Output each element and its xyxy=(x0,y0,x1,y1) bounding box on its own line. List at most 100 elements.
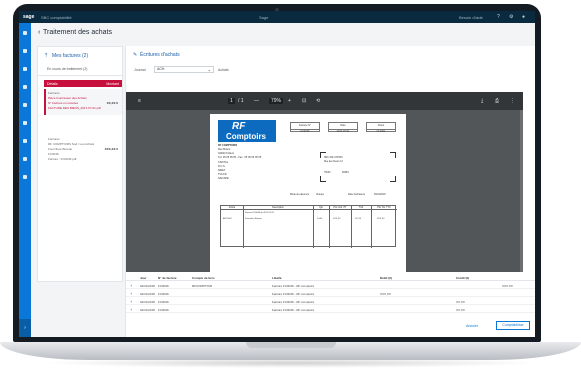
home-icon[interactable] xyxy=(23,31,27,35)
cell-jour: 02/11/2018 xyxy=(140,292,155,296)
app-screen: sage SBC comptabilité Sage Besoin d'aide… xyxy=(19,11,535,337)
col-unit-price: Prix Unit. HT xyxy=(329,206,351,210)
nav-icon-5[interactable] xyxy=(23,121,27,125)
journal-select[interactable]: ACH ⌄ xyxy=(154,66,214,73)
invoice-number-box: Facture N° FC0046 xyxy=(290,122,320,133)
nav-icon-1[interactable] xyxy=(23,49,27,53)
cell-credit: XXX,XX xyxy=(502,284,513,288)
pdf-viewer[interactable]: RF Comptoirs RF COMPTOIRS Rue Bosco 3400… xyxy=(126,110,523,272)
box-label: Client xyxy=(377,124,385,127)
invoice-date-box: Date 2017-07-01 xyxy=(328,122,358,133)
table-divider xyxy=(351,206,352,248)
nav-icon-4[interactable] xyxy=(23,103,27,107)
invoices-subheading: En cours de traitement (2) xyxy=(47,67,88,71)
cell-invoice-number: FC0046 xyxy=(158,284,169,288)
chevron-down-icon: ⌄ xyxy=(207,67,211,72)
table-row[interactable]: + 02/11/2018 FC0046 Facture FC0046 - RF … xyxy=(126,298,535,305)
col-invoice-number: N° de facture xyxy=(158,276,177,280)
expand-row-icon[interactable]: + xyxy=(130,291,132,296)
nav-icon-2[interactable] xyxy=(23,67,27,71)
cell-debit: XX,XX xyxy=(456,308,465,312)
supplier-phone: Tél. 05 05 05 05 - Fax : 05 05 05 05 05 xyxy=(218,156,262,159)
row-description: Fourniture Bureau xyxy=(245,218,262,220)
question-icon[interactable]: ? xyxy=(497,14,500,20)
back-arrow-icon[interactable]: ‹ xyxy=(38,29,40,36)
cell-libelle: Facture FC0046 - RF comptoirs xyxy=(272,308,315,312)
user-icon[interactable]: ● xyxy=(522,14,525,20)
item-line: Facture : FC0046.pdf xyxy=(48,157,77,161)
invoice-item[interactable]: Factures Pièce fournisseur des Achats N°… xyxy=(44,89,122,115)
invoice-client-box: Client CL0001 xyxy=(366,122,396,133)
logo-comptoirs: Comptoirs xyxy=(226,132,266,141)
bill-to-line: PARIS xyxy=(342,172,349,174)
expand-row-icon[interactable]: + xyxy=(130,299,132,304)
nav-icon-6[interactable] xyxy=(23,139,27,143)
table-divider xyxy=(371,206,372,248)
pdf-toolbar: ≡ 1 / 1 — 79% + ⊡ ⟲ ⤓ ⎙ ⋮ xyxy=(126,92,523,110)
menu-icon[interactable]: ≡ xyxy=(138,98,141,104)
due-date-value: 30/01/2018 xyxy=(374,194,386,196)
expand-row-icon[interactable]: + xyxy=(130,307,132,312)
item-line: FACTURE DES BIENS_2017-07-01.pdf xyxy=(48,106,101,110)
expand-row-icon[interactable]: + xyxy=(130,283,132,288)
rotate-icon[interactable]: ⟲ xyxy=(316,98,320,104)
nav-icon-7[interactable] xyxy=(23,157,27,161)
gear-icon[interactable]: ⚙ xyxy=(509,14,513,20)
zoom-in-button[interactable]: + xyxy=(288,98,291,104)
cell-invoice-number: FC0046 xyxy=(158,308,169,312)
cancel-button[interactable]: Annuler xyxy=(466,324,478,328)
supplier-tva: TVA FR xyxy=(218,173,227,176)
cell-jour: 02/11/2018 xyxy=(140,284,155,288)
fit-page-icon[interactable]: ⊡ xyxy=(302,98,306,104)
col-credit: Crédit (€) xyxy=(456,276,470,280)
table-divider xyxy=(243,206,244,248)
zoom-input[interactable]: 79% xyxy=(269,98,284,104)
cell-jour: 02/11/2018 xyxy=(140,308,155,312)
bill-to-line: SBC SOLUTIONS xyxy=(324,157,343,159)
more-icon[interactable]: ⋮ xyxy=(510,98,515,104)
invoices-heading[interactable]: Mes factures (2) xyxy=(52,53,88,59)
rf-comptoirs-logo: RF Comptoirs xyxy=(218,120,276,142)
supplier-capital: CAPITAL xyxy=(218,161,229,164)
invoice-lines-table: Article Description Qté Prix Unit. HT TV… xyxy=(220,205,397,248)
col-description: Description xyxy=(243,206,313,210)
supplier-siret: SIRET xyxy=(218,169,226,172)
cell-invoice-number: FC0046 xyxy=(158,292,169,296)
app-title: Sage xyxy=(259,15,269,20)
item-line: Fourniture Bureau xyxy=(48,147,73,151)
invoice-item[interactable]: Factures RF COMPTOIRS Sud / Les Achats F… xyxy=(44,135,122,165)
item-line: Factures xyxy=(48,137,60,141)
expand-nav-icon[interactable]: › xyxy=(19,319,31,337)
row-unit-price: XXX,XX xyxy=(333,218,341,220)
nav-icon-8[interactable] xyxy=(23,175,27,179)
item-line: Pièce fournisseur des Achats xyxy=(48,96,87,100)
cell-libelle: Facture FC0046 - RF comptoirs xyxy=(272,300,315,304)
download-icon[interactable]: ⤓ xyxy=(481,98,483,104)
upload-icon: ⤒ xyxy=(45,53,48,59)
invoice-page: RF Comptoirs RF COMPTOIRS Rue Bosco 3400… xyxy=(210,114,406,272)
entries-heading: Écritures d'achats xyxy=(140,52,180,58)
list-header: Détails Montant xyxy=(44,80,122,87)
table-row[interactable]: + 02/11/2018 FC0046 Facture FC0046 - RF … xyxy=(126,306,535,313)
help-link[interactable]: Besoin d'aide xyxy=(459,15,483,20)
corner xyxy=(390,152,396,158)
row-tva: XX,XX xyxy=(355,218,362,220)
table-row[interactable]: + 02/11/2018 FC0046 Facture FC0046 - RF … xyxy=(126,290,535,297)
col-jour: Jour xyxy=(140,276,147,280)
table-row[interactable]: + 02/11/2018 FC0046 RFCOMPTOIR Facture F… xyxy=(126,282,535,289)
page-number-input[interactable]: 1 xyxy=(228,98,235,104)
company-selector[interactable]: SBC comptabilité xyxy=(41,15,72,20)
post-entries-button[interactable]: Comptabiliser xyxy=(496,321,530,330)
edit-icon: ✎ xyxy=(133,52,138,58)
print-icon[interactable]: ⎙ xyxy=(495,98,499,104)
zoom-out-button[interactable]: — xyxy=(254,98,259,104)
col-article: Article xyxy=(221,206,243,210)
col-total: Prix Tot. TTC xyxy=(371,206,397,210)
supplier-rcs: R.C.S. xyxy=(218,165,226,168)
row-total: XXX,XX xyxy=(377,218,385,220)
table-header: Jour N° de facture Compte de tiers Libel… xyxy=(126,274,535,281)
nav-icon-3[interactable] xyxy=(23,85,27,89)
pdf-scrollbar[interactable] xyxy=(520,110,523,272)
page-title: Traitement des achats xyxy=(43,29,112,36)
cell-jour: 02/11/2018 xyxy=(140,300,155,304)
